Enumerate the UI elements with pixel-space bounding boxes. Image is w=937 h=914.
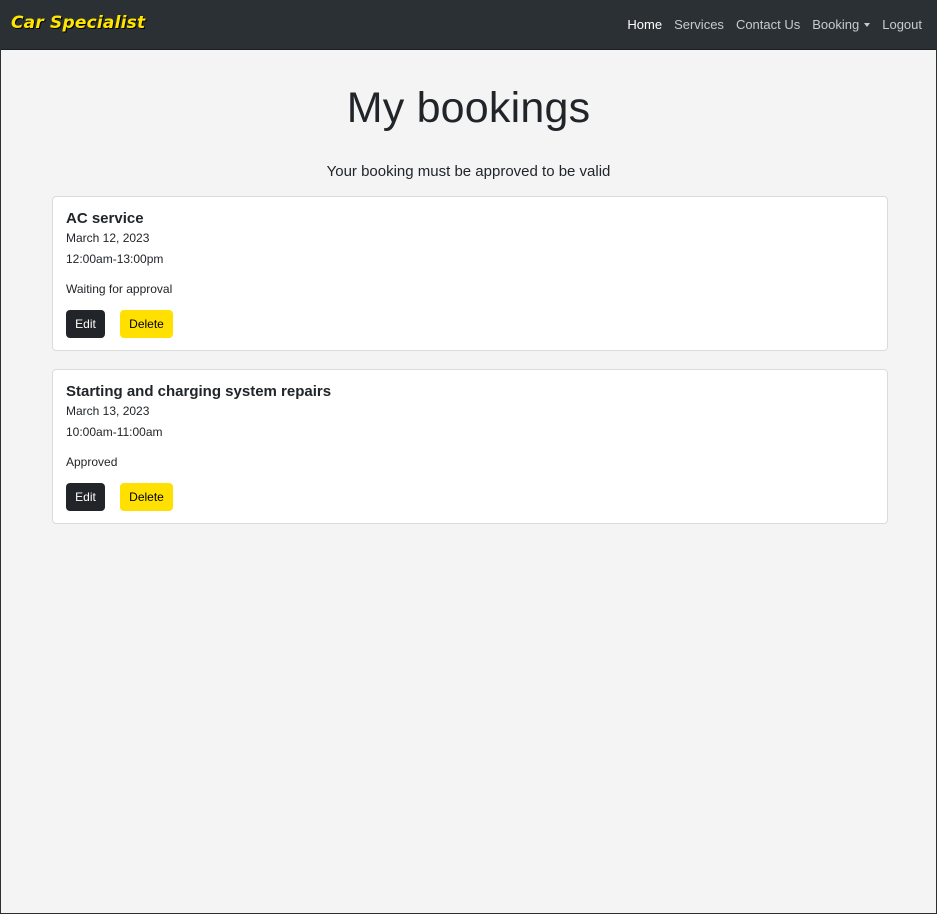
booking-service-title: Starting and charging system repairs (66, 383, 332, 400)
booking-status: Approved (66, 455, 118, 469)
nav-links: Home Services Contact Us Booking Logout (621, 0, 928, 49)
edit-button[interactable]: Edit (66, 310, 105, 338)
booking-status: Waiting for approval (66, 282, 173, 296)
booking-time: 12:00am-13:00pm (66, 252, 164, 266)
booking-date: March 12, 2023 (66, 231, 150, 245)
navbar: Car Specialist Home Services Contact Us … (1, 0, 936, 50)
nav-link-home[interactable]: Home (621, 17, 668, 32)
nav-link-logout[interactable]: Logout (876, 17, 928, 32)
nav-link-contact-us[interactable]: Contact Us (730, 17, 806, 32)
booking-time: 10:00am-11:00am (66, 425, 163, 439)
nav-link-contact-us-label: Contact Us (735, 17, 801, 32)
nav-link-logout-label: Logout (882, 17, 922, 32)
brand-logo[interactable]: Car Specialist (11, 13, 145, 33)
page-title: My bookings (346, 84, 591, 132)
page-subtitle: Your booking must be approved to be vali… (326, 163, 611, 180)
nav-dropdown-booking[interactable]: Booking (806, 17, 876, 32)
booking-card: AC service March 12, 2023 12:00am-13:00p… (52, 196, 888, 351)
nav-link-services-label: Services (674, 17, 724, 32)
delete-button[interactable]: Delete (120, 483, 173, 511)
booking-service-title: AC service (66, 210, 144, 227)
nav-link-home-label: Home (627, 17, 663, 32)
booking-date: March 13, 2023 (66, 404, 150, 418)
edit-button[interactable]: Edit (66, 483, 105, 511)
nav-dropdown-booking-label: Booking (812, 17, 860, 32)
delete-button[interactable]: Delete (120, 310, 173, 338)
caret-down-icon (864, 23, 871, 27)
nav-link-services[interactable]: Services (668, 17, 730, 32)
booking-card: Starting and charging system repairs Mar… (52, 369, 888, 524)
